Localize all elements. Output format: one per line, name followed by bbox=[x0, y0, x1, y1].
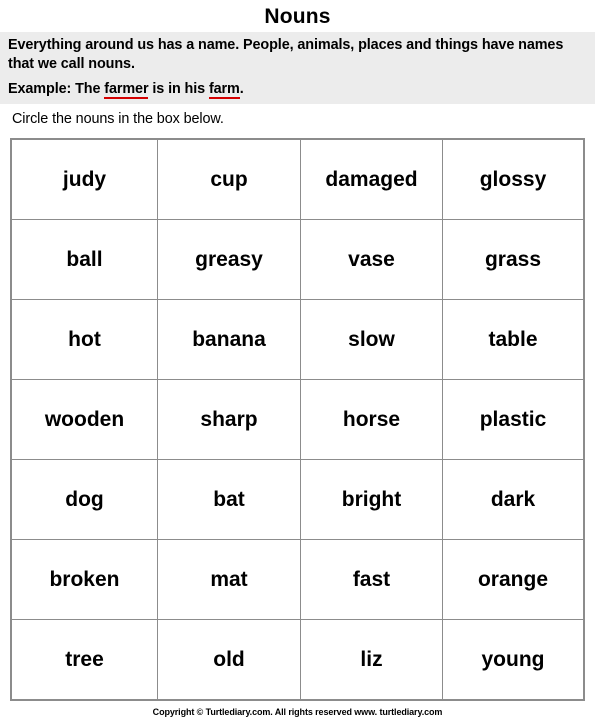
table-row: hot banana slow table bbox=[10, 299, 585, 380]
word-cell[interactable]: mat bbox=[157, 539, 301, 620]
table-row: broken mat fast orange bbox=[10, 539, 585, 620]
word-grid-container: judy cup damaged glossy ball greasy vase… bbox=[10, 138, 585, 701]
table-row: dog bat bright dark bbox=[10, 459, 585, 540]
word-cell[interactable]: plastic bbox=[442, 379, 585, 460]
word-cell[interactable]: greasy bbox=[157, 219, 301, 300]
table-row: wooden sharp horse plastic bbox=[10, 379, 585, 460]
table-row: tree old liz young bbox=[10, 619, 585, 701]
word-cell[interactable]: cup bbox=[157, 138, 301, 220]
directions-text: Circle the nouns in the box below. bbox=[12, 111, 224, 127]
word-cell[interactable]: young bbox=[442, 619, 585, 701]
instruction-band: Everything around us has a name. People,… bbox=[0, 32, 595, 104]
word-cell[interactable]: hot bbox=[10, 299, 158, 380]
word-grid-body: judy cup damaged glossy ball greasy vase… bbox=[10, 138, 585, 701]
word-cell[interactable]: dog bbox=[10, 459, 158, 540]
example-noun-farmer: farmer bbox=[104, 81, 149, 99]
word-cell[interactable]: banana bbox=[157, 299, 301, 380]
word-cell[interactable]: broken bbox=[10, 539, 158, 620]
example-middle: is in his bbox=[148, 81, 209, 97]
word-cell[interactable]: horse bbox=[300, 379, 443, 460]
word-grid: judy cup damaged glossy ball greasy vase… bbox=[10, 138, 585, 701]
word-cell[interactable]: sharp bbox=[157, 379, 301, 460]
word-cell[interactable]: bright bbox=[300, 459, 443, 540]
word-cell[interactable]: vase bbox=[300, 219, 443, 300]
word-cell[interactable]: grass bbox=[442, 219, 585, 300]
worksheet-page: Nouns Everything around us has a name. P… bbox=[0, 0, 595, 717]
page-title: Nouns bbox=[264, 5, 331, 28]
word-cell[interactable]: wooden bbox=[10, 379, 158, 460]
copyright-footer: Copyright © Turtlediary.com. All rights … bbox=[152, 707, 443, 717]
word-cell[interactable]: glossy bbox=[442, 138, 585, 220]
word-cell[interactable]: slow bbox=[300, 299, 443, 380]
word-cell[interactable]: old bbox=[157, 619, 301, 701]
word-cell[interactable]: fast bbox=[300, 539, 443, 620]
example-sentence: Example: The farmer is in his farm. bbox=[8, 80, 587, 99]
table-row: judy cup damaged glossy bbox=[10, 138, 585, 220]
word-cell[interactable]: tree bbox=[10, 619, 158, 701]
word-cell[interactable]: damaged bbox=[300, 138, 443, 220]
example-noun-farm: farm bbox=[208, 81, 240, 99]
example-prefix: Example: The bbox=[8, 81, 105, 97]
word-cell[interactable]: judy bbox=[10, 138, 158, 220]
word-cell[interactable]: ball bbox=[10, 219, 158, 300]
example-suffix: . bbox=[239, 81, 244, 97]
table-row: ball greasy vase grass bbox=[10, 219, 585, 300]
word-cell[interactable]: orange bbox=[442, 539, 585, 620]
intro-paragraph: Everything around us has a name. People,… bbox=[8, 37, 564, 72]
word-cell[interactable]: table bbox=[442, 299, 585, 380]
word-cell[interactable]: bat bbox=[157, 459, 301, 540]
word-cell[interactable]: liz bbox=[300, 619, 443, 701]
word-cell[interactable]: dark bbox=[442, 459, 585, 540]
